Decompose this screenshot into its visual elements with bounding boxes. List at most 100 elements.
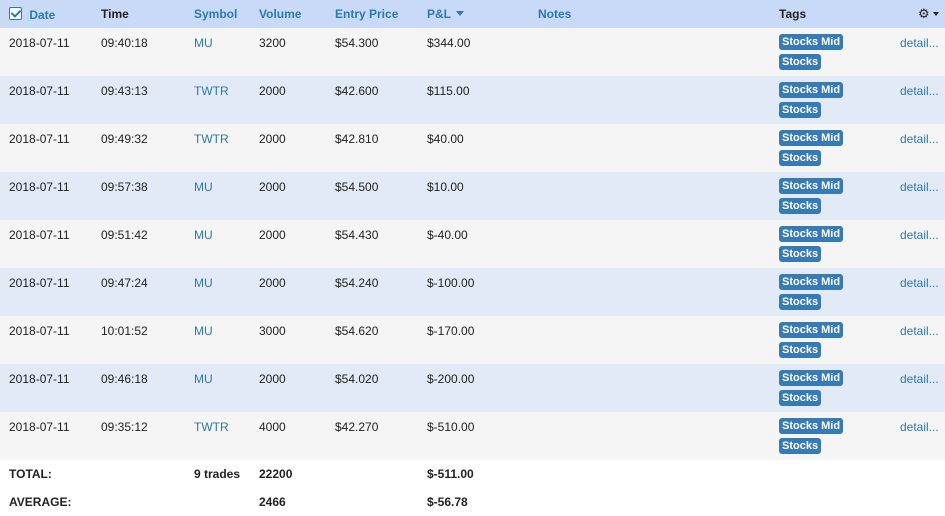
- detail-link[interactable]: detail...: [900, 420, 939, 434]
- trade-volume: 2000: [259, 276, 286, 290]
- tag-badge[interactable]: Stocks: [779, 150, 822, 166]
- trade-date: 2018-07-11: [9, 132, 70, 146]
- table-row[interactable]: 2018-07-11 09:35:12 TWTR 4000 $42.270 $-510.0…: [0, 412, 945, 460]
- tag-badge[interactable]: Stocks Mid: [779, 274, 844, 290]
- tag-badge[interactable]: Stocks Mid: [779, 178, 844, 194]
- trade-time: 09:57:38: [101, 180, 148, 194]
- table-row[interactable]: 2018-07-11 09:46:18 MU 2000 $54.020 $-200.00 S…: [0, 364, 945, 412]
- table-row[interactable]: 2018-07-11 10:01:52 MU 3000 $54.620 $-170.00 S…: [0, 316, 945, 364]
- tag-badge[interactable]: Stocks: [779, 294, 822, 310]
- tag-badge[interactable]: Stocks: [779, 438, 822, 454]
- entry-price-column-header[interactable]: Entry Price: [335, 7, 398, 21]
- entry-price: $54.240: [335, 276, 379, 290]
- symbol-link[interactable]: MU: [194, 180, 213, 194]
- symbol-link[interactable]: TWTR: [194, 420, 229, 434]
- detail-link[interactable]: detail...: [900, 132, 939, 146]
- symbol-link[interactable]: MU: [194, 372, 213, 386]
- total-trades: 9 trades: [194, 467, 241, 481]
- trade-volume: 2000: [259, 180, 286, 194]
- time-column-header[interactable]: Time: [101, 7, 129, 21]
- trade-date: 2018-07-11: [9, 276, 70, 290]
- symbol-link[interactable]: TWTR: [194, 84, 229, 98]
- trade-date: 2018-07-11: [9, 324, 70, 338]
- detail-link[interactable]: detail...: [900, 276, 939, 290]
- pnl-value: $344.00: [427, 36, 471, 50]
- trade-volume: 2000: [259, 372, 286, 386]
- trade-time: 09:46:18: [101, 372, 148, 386]
- table-row[interactable]: 2018-07-11 09:40:18 MU 3200 $54.300 $344.00 St…: [0, 28, 945, 76]
- date-column-header[interactable]: Date: [9, 7, 55, 22]
- pnl-value: $-40.00: [427, 228, 468, 242]
- pnl-value: $40.00: [427, 132, 464, 146]
- table-header: Date Time Symbol Volume Entry Price P&L …: [0, 0, 945, 28]
- total-pnl: $-511.00: [427, 467, 474, 481]
- tag-badge[interactable]: Stocks Mid: [779, 370, 844, 386]
- tag-badge[interactable]: Stocks Mid: [779, 322, 844, 338]
- trade-volume: 2000: [259, 132, 286, 146]
- tag-badge[interactable]: Stocks: [779, 198, 822, 214]
- entry-price: $54.300: [335, 36, 379, 50]
- tag-badge[interactable]: Stocks Mid: [779, 82, 844, 98]
- pnl-value: $-510.00: [427, 420, 475, 434]
- symbol-link[interactable]: MU: [194, 36, 213, 50]
- tag-badge[interactable]: Stocks: [779, 54, 822, 70]
- checkbox-icon[interactable]: [9, 7, 22, 20]
- tag-badge[interactable]: Stocks: [779, 246, 822, 262]
- entry-price: $54.430: [335, 228, 379, 242]
- entry-price: $42.810: [335, 132, 379, 146]
- trade-date: 2018-07-11: [9, 180, 70, 194]
- tag-badge[interactable]: Stocks Mid: [779, 130, 844, 146]
- trade-time: 09:40:18: [101, 36, 148, 50]
- detail-link[interactable]: detail...: [900, 36, 939, 50]
- detail-link[interactable]: detail...: [900, 324, 939, 338]
- trade-date: 2018-07-11: [9, 84, 70, 98]
- total-volume: 22200: [259, 467, 293, 481]
- notes-column-header[interactable]: Notes: [538, 7, 571, 21]
- detail-link[interactable]: detail...: [900, 84, 939, 98]
- tag-badge[interactable]: Stocks Mid: [779, 226, 844, 242]
- entry-price: $42.600: [335, 84, 379, 98]
- tag-badge[interactable]: Stocks: [779, 102, 822, 118]
- trade-time: 09:47:24: [101, 276, 148, 290]
- trade-date: 2018-07-11: [9, 372, 70, 386]
- table-row[interactable]: 2018-07-11 09:51:42 MU 2000 $54.430 $-40.00 St…: [0, 220, 945, 268]
- table-row[interactable]: 2018-07-11 09:57:38 MU 2000 $54.500 $10.00 Sto…: [0, 172, 945, 220]
- entry-price: $54.620: [335, 324, 379, 338]
- symbol-link[interactable]: MU: [194, 228, 213, 242]
- pnl-value: $-100.00: [427, 276, 475, 290]
- symbol-link[interactable]: MU: [194, 276, 213, 290]
- table-row[interactable]: 2018-07-11 09:49:32 TWTR 2000 $42.810 $40.00 S…: [0, 124, 945, 172]
- tag-badge[interactable]: Stocks Mid: [779, 418, 844, 434]
- settings-menu-button[interactable]: ⚙: [918, 6, 939, 22]
- trade-volume: 3200: [259, 36, 286, 50]
- tag-badge[interactable]: Stocks: [779, 390, 822, 406]
- pnl-value: $115.00: [427, 84, 470, 98]
- trade-volume: 3000: [259, 324, 286, 338]
- tags-column-header: Tags: [779, 7, 807, 21]
- detail-link[interactable]: detail...: [900, 228, 939, 242]
- pnl-column-header[interactable]: P&L: [427, 7, 464, 21]
- entry-price: $54.500: [335, 180, 379, 194]
- table-row[interactable]: 2018-07-11 09:47:24 MU 2000 $54.240 $-100.00 S…: [0, 268, 945, 316]
- pnl-value: $10.00: [427, 180, 464, 194]
- tag-badge[interactable]: Stocks Mid: [779, 34, 844, 50]
- trade-time: 10:01:52: [101, 324, 148, 338]
- chevron-down-icon[interactable]: [932, 12, 939, 16]
- symbol-link[interactable]: MU: [194, 324, 213, 338]
- average-row: AVERAGE: 2466 $-56.78: [0, 488, 945, 516]
- average-volume: 2466: [259, 495, 286, 509]
- trade-date: 2018-07-11: [9, 228, 70, 242]
- total-label: TOTAL:: [9, 467, 52, 481]
- symbol-column-header[interactable]: Symbol: [194, 7, 237, 21]
- pnl-value: $-170.00: [427, 324, 475, 338]
- sort-desc-icon[interactable]: [456, 11, 464, 16]
- volume-column-header[interactable]: Volume: [259, 7, 301, 21]
- table-row[interactable]: 2018-07-11 09:43:13 TWTR 2000 $42.600 $115.00…: [0, 76, 945, 124]
- detail-link[interactable]: detail...: [900, 372, 939, 386]
- detail-link[interactable]: detail...: [900, 180, 939, 194]
- symbol-link[interactable]: TWTR: [194, 132, 229, 146]
- gear-icon[interactable]: ⚙: [918, 6, 930, 21]
- trade-time: 09:51:42: [101, 228, 148, 242]
- tag-badge[interactable]: Stocks: [779, 342, 822, 358]
- trade-date: 2018-07-11: [9, 420, 70, 434]
